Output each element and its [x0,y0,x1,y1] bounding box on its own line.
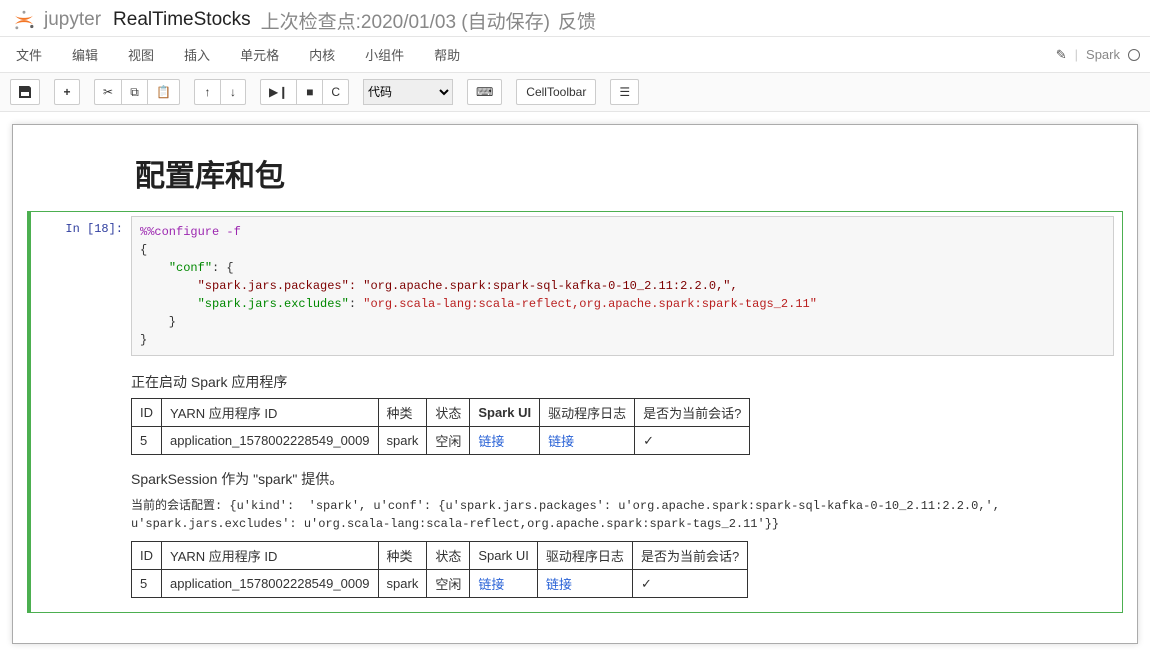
scissors-icon: ✂ [103,85,113,99]
notebook-page: 配置库和包 In [18]: %%configure -f { "conf": … [12,124,1138,644]
output-config: 当前的会话配置: {u'kind': 'spark', u'conf': {u'… [131,497,1114,533]
run-icon: ▶❙ [269,85,288,99]
edit-icon[interactable]: ✎ [1056,47,1067,63]
table-row: 5 application_1578002228549_0009 spark 空… [132,427,750,455]
menu-insert[interactable]: 插入 [178,41,216,68]
menu-help[interactable]: 帮助 [428,41,466,68]
sparkui-link[interactable]: 链接 [478,577,504,592]
spark-table-1: ID YARN 应用程序 ID 种类 状态 Spark UI 驱动程序日志 是否… [131,398,750,455]
copy-icon: ⧉ [130,85,139,100]
code-input[interactable]: %%configure -f { "conf": { "spark.jars.p… [131,216,1114,356]
save-button[interactable] [10,79,40,105]
sparkui-link[interactable]: 链接 [478,434,504,449]
col-yarn: YARN 应用程序 ID [162,399,379,427]
col-sparkui: Spark UI [470,399,540,427]
move-down-button[interactable]: ↓ [220,79,246,105]
stop-button[interactable]: ■ [296,79,322,105]
restart-icon: C [331,85,340,99]
cell-body: %%configure -f { "conf": { "spark.jars.p… [131,216,1122,612]
menu-kernel[interactable]: 内核 [303,41,341,68]
menu-edit[interactable]: 编辑 [66,41,104,68]
stop-icon: ■ [306,85,313,99]
menu-view[interactable]: 视图 [122,41,160,68]
col-current: 是否为当前会话? [632,542,747,570]
add-cell-button[interactable]: + [54,79,80,105]
command-palette-button[interactable]: ☰ [610,79,639,105]
kernel-status-icon [1128,49,1140,61]
col-yarn: YARN 应用程序 ID [162,542,379,570]
spark-table-2: ID YARN 应用程序 ID 种类 状态 Spark UI 驱动程序日志 是否… [131,541,748,598]
input-prompt: In [18]: [31,216,131,612]
col-current: 是否为当前会话? [635,399,750,427]
code-cell[interactable]: In [18]: %%configure -f { "conf": { "spa… [27,211,1123,613]
col-log: 驱动程序日志 [537,542,632,570]
menu-widgets[interactable]: 小组件 [359,41,410,68]
kernel-name: Spark [1086,47,1120,62]
col-sparkui: Spark UI [470,542,538,570]
jupyter-logo-icon [10,6,38,34]
floppy-icon [19,86,31,98]
checkpoint-status: 上次检查点:2020/01/03 (自动保存) [261,7,550,34]
driverlog-link[interactable]: 链接 [548,434,574,449]
restart-button[interactable]: C [322,79,349,105]
toolbar: + ✂ ⧉ 📋 ↑ ↓ ▶❙ ■ C 代码 ⌨ CellToolbar ☰ [0,73,1150,112]
table-header-row: ID YARN 应用程序 ID 种类 状态 Spark UI 驱动程序日志 是否… [132,542,748,570]
paste-icon: 📋 [156,85,171,99]
driverlog-link[interactable]: 链接 [546,577,572,592]
output-starting: 正在启动 Spark 应用程序 [131,372,1114,392]
col-kind: 种类 [378,399,427,427]
paste-button[interactable]: 📋 [147,79,180,105]
cell-output: 正在启动 Spark 应用程序 ID YARN 应用程序 ID 种类 状态 Sp… [131,356,1114,598]
col-id: ID [132,399,162,427]
jupyter-brand: jupyter [44,9,101,31]
arrow-down-icon: ↓ [230,85,236,99]
menu-file[interactable]: 文件 [10,41,48,68]
notebook-header: jupyter RealTimeStocks 上次检查点:2020/01/03 … [0,0,1150,37]
menu-cell[interactable]: 单元格 [234,41,285,68]
notebook-container: 配置库和包 In [18]: %%configure -f { "conf": … [0,112,1150,656]
notebook-name[interactable]: RealTimeStocks [113,9,251,31]
copy-button[interactable]: ⧉ [121,79,147,105]
celltoolbar-button[interactable]: CellToolbar [516,79,596,105]
run-button[interactable]: ▶❙ [260,79,296,105]
keyboard-button[interactable]: ⌨ [467,79,502,105]
table-row: 5 application_1578002228549_0009 spark 空… [132,570,748,598]
table-header-row: ID YARN 应用程序 ID 种类 状态 Spark UI 驱动程序日志 是否… [132,399,750,427]
col-log: 驱动程序日志 [540,399,635,427]
plus-icon: + [63,85,70,99]
output-sparksession: SparkSession 作为 "spark" 提供。 [131,469,1114,489]
col-state: 状态 [427,399,470,427]
col-state: 状态 [427,542,470,570]
move-up-button[interactable]: ↑ [194,79,220,105]
arrow-up-icon: ↑ [205,85,211,99]
col-kind: 种类 [378,542,427,570]
col-id: ID [132,542,162,570]
cell-type-select[interactable]: 代码 [363,79,453,105]
cut-button[interactable]: ✂ [94,79,121,105]
feedback-label[interactable]: 反馈 [558,7,596,34]
markdown-heading[interactable]: 配置库和包 [27,143,1123,209]
menubar: 文件 编辑 视图 插入 单元格 内核 小组件 帮助 ✎ | Spark [0,37,1150,73]
